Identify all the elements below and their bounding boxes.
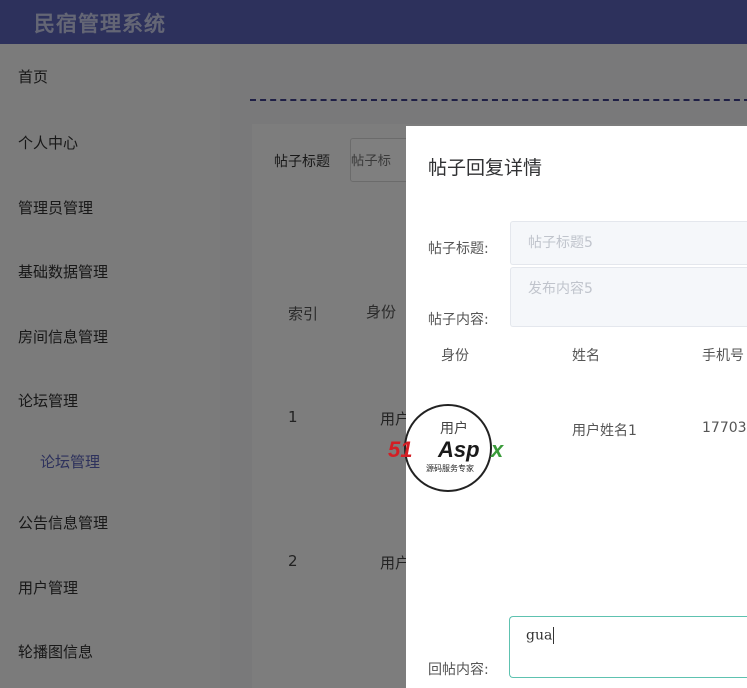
post-title-field: 帖子标题5 <box>510 221 747 265</box>
reply-phone: 17703 <box>702 420 747 436</box>
watermark-top-text: 用户 <box>440 421 468 437</box>
post-content-field: 发布内容5 <box>510 267 747 327</box>
col-header-phone: 手机号 <box>702 348 744 364</box>
dialog-title: 帖子回复详情 <box>428 157 543 179</box>
watermark-brand-51: 51 <box>388 437 413 462</box>
post-title-label: 帖子标题: <box>428 241 489 257</box>
watermark-brand-x: x <box>491 437 504 462</box>
watermark-tagline: 源码服务专家 <box>426 464 474 473</box>
col-header-name: 姓名 <box>572 348 600 364</box>
text-cursor <box>553 627 555 644</box>
post-content-label: 帖子内容: <box>428 312 489 328</box>
watermark-brand-asp: Asp <box>438 437 480 462</box>
reply-name: 用户姓名1 <box>572 423 637 439</box>
col-header-identity: 身份 <box>441 348 469 364</box>
reply-content-value: gua <box>526 627 553 644</box>
reply-content-label: 回帖内容: <box>428 662 489 678</box>
reply-content-input[interactable]: gua <box>509 616 747 678</box>
watermark-logo: 用户 51 Asp x 源码服务专家 <box>388 404 503 492</box>
